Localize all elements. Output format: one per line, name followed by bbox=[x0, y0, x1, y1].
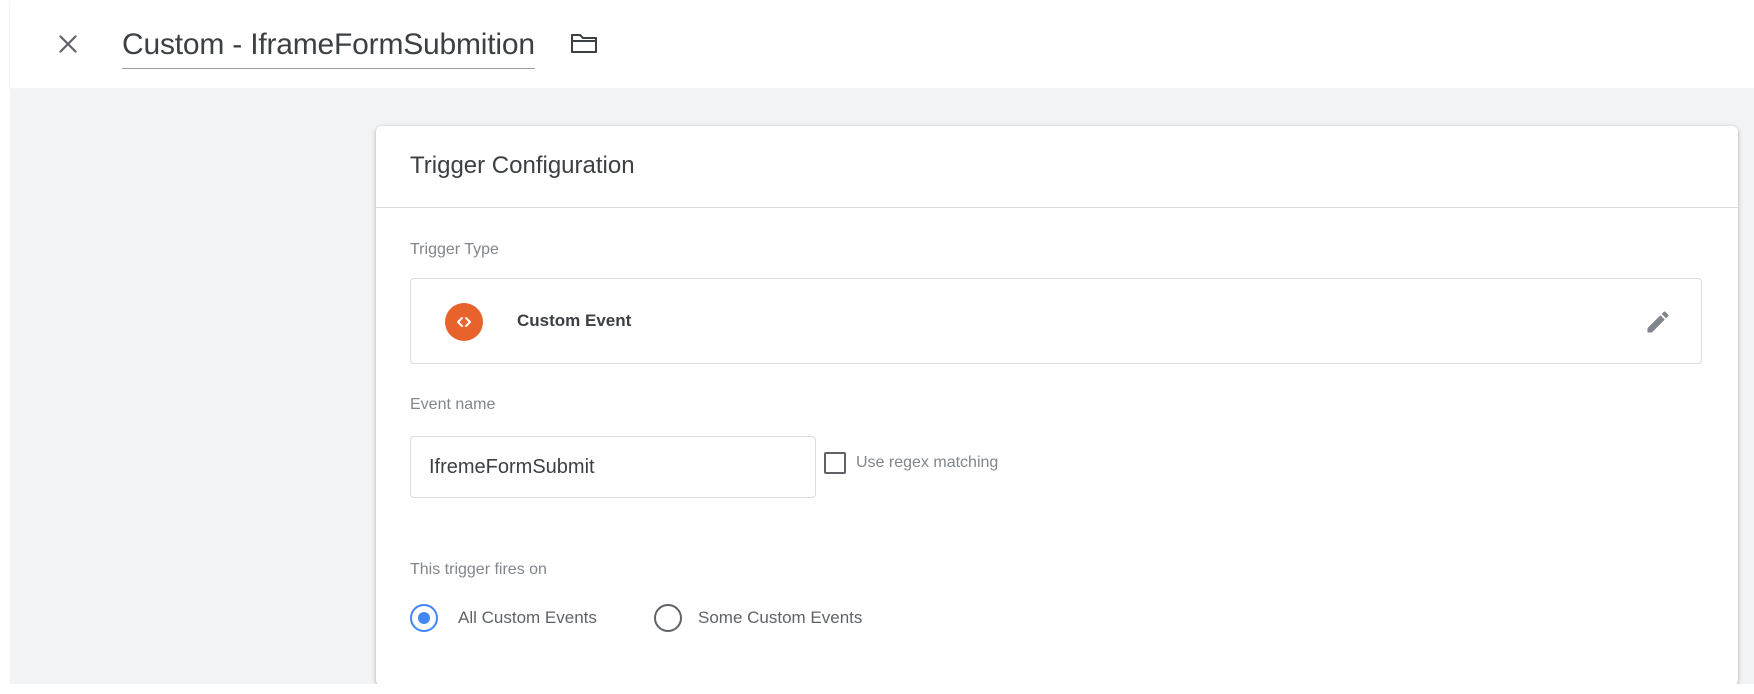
event-name-label: Event name bbox=[410, 396, 496, 413]
close-button[interactable] bbox=[48, 24, 88, 64]
radio-some-custom-events[interactable] bbox=[654, 604, 682, 632]
card-title: Trigger Configuration bbox=[410, 152, 635, 179]
regex-checkbox[interactable] bbox=[824, 452, 846, 474]
card-header: Trigger Configuration bbox=[376, 126, 1738, 208]
trigger-type-selector[interactable]: Custom Event bbox=[410, 278, 1702, 364]
editor-header: Custom - IframeFormSubmition bbox=[10, 0, 1754, 88]
pencil-icon bbox=[1647, 311, 1669, 333]
radio-all-custom-events[interactable] bbox=[410, 604, 438, 632]
trigger-type-name: Custom Event bbox=[517, 311, 632, 330]
event-name-input[interactable] bbox=[410, 436, 816, 498]
fires-on-label: This trigger fires on bbox=[410, 561, 547, 578]
folder-icon bbox=[571, 34, 597, 53]
trigger-type-label: Trigger Type bbox=[410, 241, 499, 258]
folder-button[interactable] bbox=[565, 26, 603, 60]
custom-event-icon bbox=[445, 303, 483, 341]
radio-some-custom-events-label[interactable]: Some Custom Events bbox=[698, 608, 862, 628]
edit-trigger-type-button[interactable] bbox=[1641, 305, 1675, 339]
regex-checkbox-label[interactable]: Use regex matching bbox=[856, 454, 998, 472]
radio-all-custom-events-label[interactable]: All Custom Events bbox=[458, 608, 597, 628]
trigger-configuration-card: Trigger Configuration Trigger Type Custo… bbox=[376, 126, 1738, 686]
close-icon bbox=[59, 35, 77, 53]
page-title: Custom - IframeFormSubmition bbox=[122, 28, 535, 61]
trigger-editor: Custom - IframeFormSubmition Trigger Con… bbox=[0, 0, 1754, 694]
bottom-edge bbox=[0, 684, 1754, 694]
trigger-name-field[interactable]: Custom - IframeFormSubmition bbox=[122, 22, 535, 69]
